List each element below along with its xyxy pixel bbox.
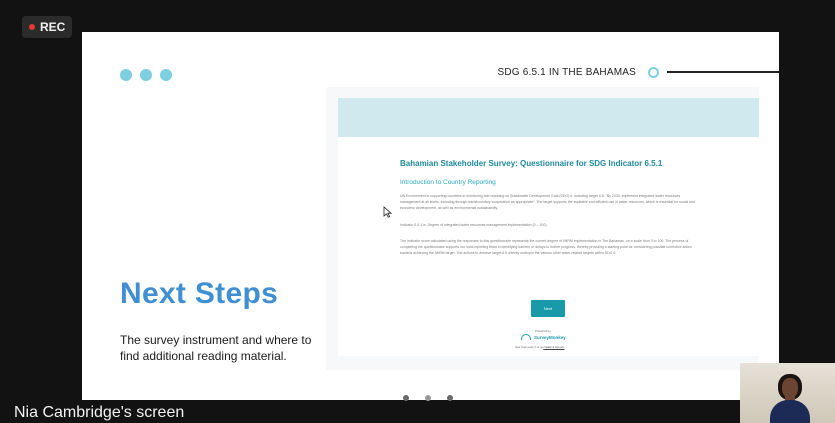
survey-screenshot: Bahamian Stakeholder Survey: Questionnai… xyxy=(338,98,759,356)
mouse-cursor-icon xyxy=(383,206,392,218)
decorative-dots xyxy=(120,69,172,81)
slide-description: The survey instrument and where to find … xyxy=(120,333,312,363)
survey-paragraph: The indicator score calculated using the… xyxy=(400,239,692,255)
header-divider-line xyxy=(667,71,779,73)
ring-icon xyxy=(648,66,659,78)
survey-paragraph: UN Environment is supporting countries i… xyxy=(400,194,695,210)
footer-text: See how easy it is to xyxy=(515,345,544,349)
survey-paragraph: Indicator 6.5.1 is: Degree of integrated… xyxy=(400,223,548,227)
screen-share-label: Nia Cambridge's screen xyxy=(0,403,191,423)
slide-nav-dot[interactable] xyxy=(403,395,409,401)
recording-indicator: REC xyxy=(22,16,73,38)
surveymonkey-icon xyxy=(521,334,531,340)
slide-heading: Next Steps xyxy=(120,277,279,310)
brand-name: SurveyMonkey xyxy=(534,334,566,340)
survey-header-band xyxy=(338,98,759,137)
powered-by-label: Powered by xyxy=(535,329,551,333)
dot-icon xyxy=(160,69,172,81)
recording-label: REC xyxy=(40,20,66,34)
slide-nav-dot[interactable] xyxy=(425,395,431,401)
survey-next-button[interactable]: Next xyxy=(531,300,565,317)
survey-footer: See how easy it is to create a survey. xyxy=(515,345,564,349)
dot-icon xyxy=(120,69,132,81)
survey-subtitle: Introduction to Country Reporting xyxy=(400,179,496,186)
presenter-video-thumbnail[interactable] xyxy=(740,363,835,423)
surveymonkey-logo: SurveyMonkey xyxy=(521,334,566,340)
create-survey-link[interactable]: create a survey. xyxy=(543,345,564,349)
record-dot-icon xyxy=(29,24,35,30)
slide-navigation xyxy=(403,395,453,401)
presentation-slide: SDG 6.5.1 IN THE BAHAMAS Bahamian Stakeh… xyxy=(82,32,779,400)
survey-title: Bahamian Stakeholder Survey: Questionnai… xyxy=(400,159,663,168)
slide-header-title: SDG 6.5.1 IN THE BAHAMAS xyxy=(497,66,636,78)
slide-header: SDG 6.5.1 IN THE BAHAMAS xyxy=(497,64,779,80)
shared-screen: SDG 6.5.1 IN THE BAHAMAS Bahamian Stakeh… xyxy=(0,0,835,423)
dot-icon xyxy=(140,69,152,81)
presenter-face xyxy=(782,378,798,398)
slide-nav-dot[interactable] xyxy=(447,395,453,401)
